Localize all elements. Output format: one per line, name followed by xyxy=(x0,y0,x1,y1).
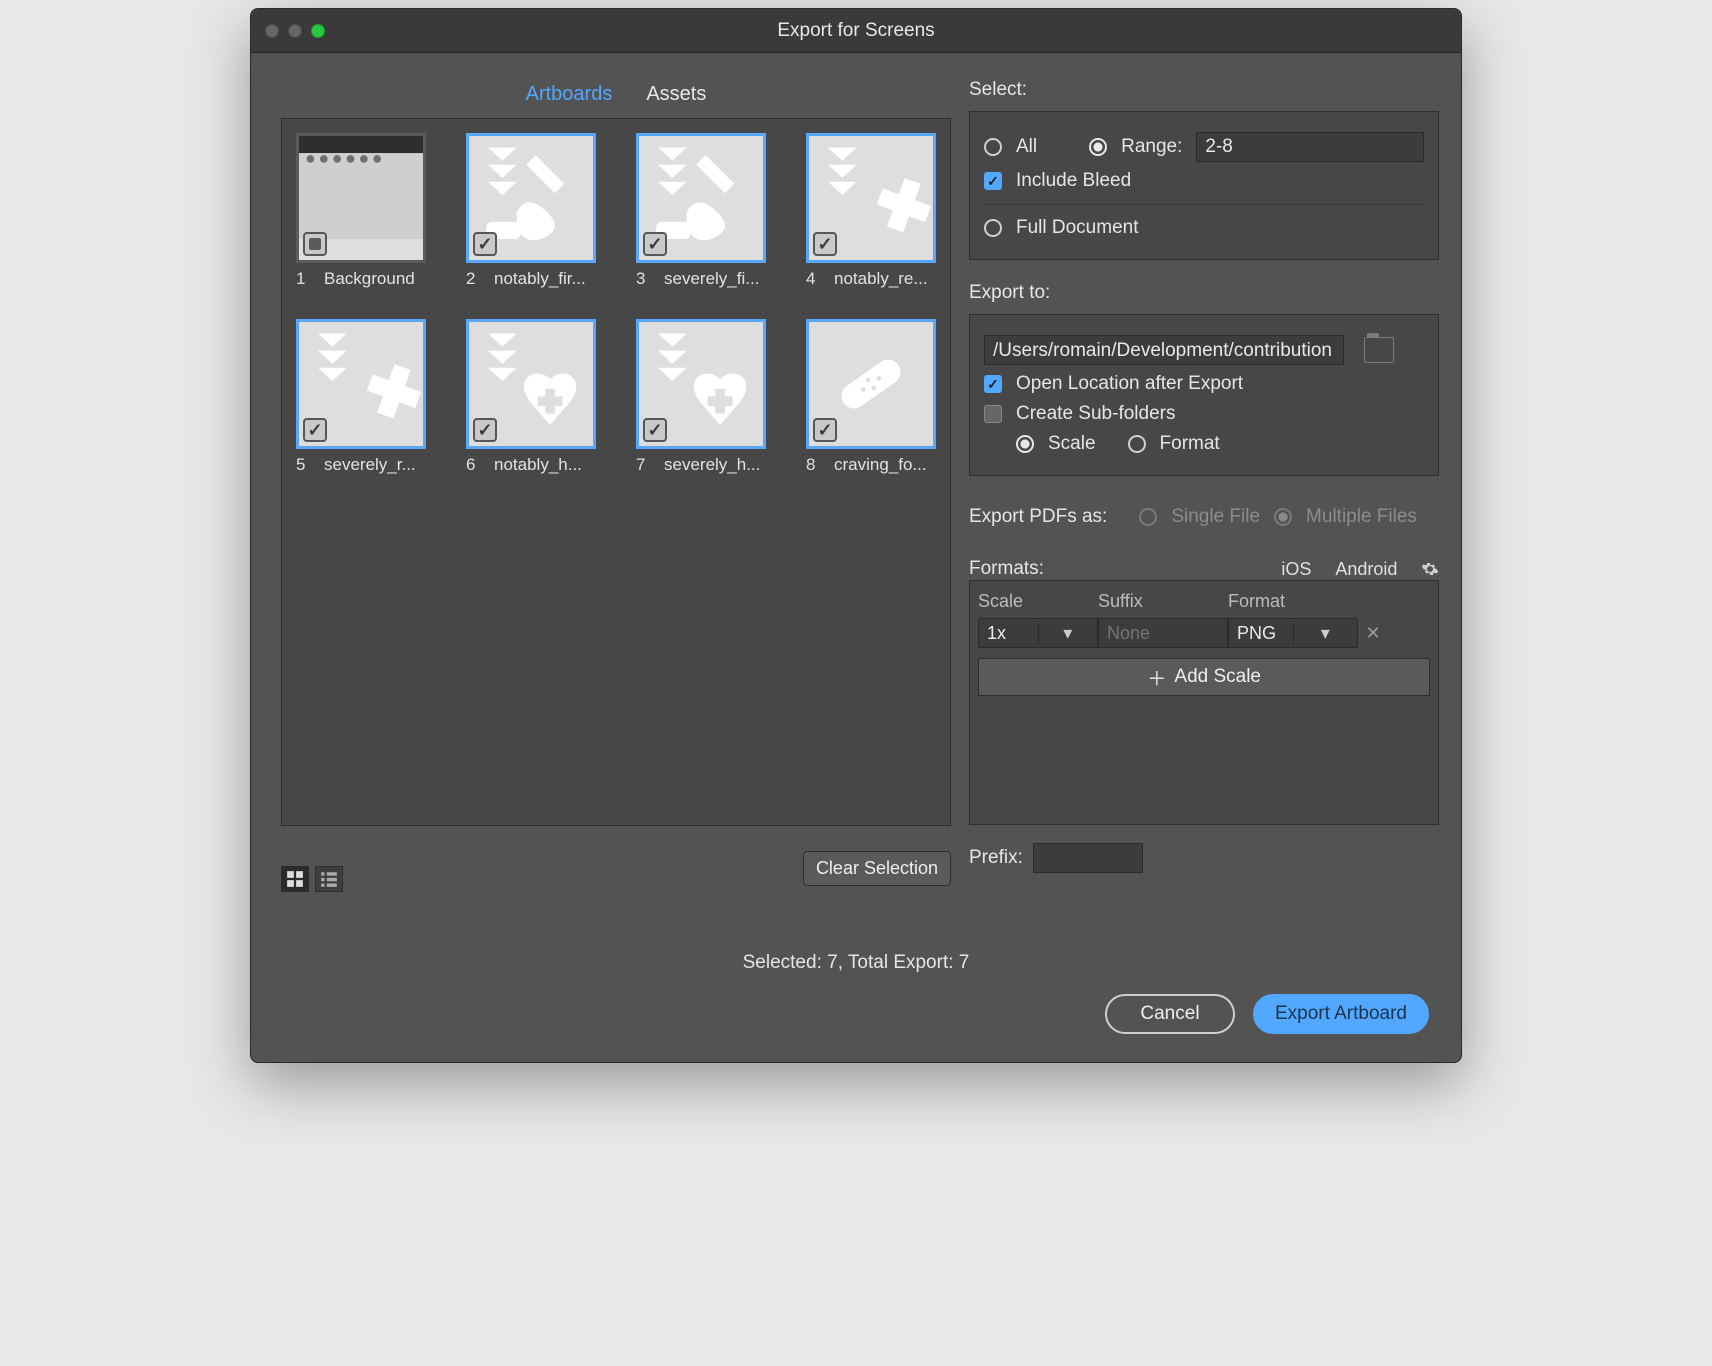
format-row: 1x▾ PNG▾ ✕ xyxy=(978,618,1430,648)
range-input[interactable] xyxy=(1196,132,1424,162)
col-format: Format xyxy=(1228,591,1358,612)
artboards-panel: 1Background 2notably_fir... 3severely_fi..… xyxy=(281,118,951,826)
grid-icon xyxy=(286,870,304,888)
artboard-label: 4notably_re... xyxy=(806,269,936,289)
include-bleed-checkbox[interactable] xyxy=(984,172,1002,190)
artboard-checkbox[interactable] xyxy=(473,418,497,442)
artboard-thumbnail[interactable] xyxy=(466,319,596,449)
window-title: Export for Screens xyxy=(251,20,1461,42)
artboard-thumbnail[interactable] xyxy=(806,319,936,449)
export-path-field[interactable]: /Users/romain/Development/contribution xyxy=(984,335,1344,365)
subfolder-scale-label: Scale xyxy=(1048,433,1096,455)
artboard-label: 8craving_fo... xyxy=(806,455,936,475)
artboard-item[interactable]: 6notably_h... xyxy=(466,319,596,475)
artboard-checkbox[interactable] xyxy=(473,232,497,256)
list-icon xyxy=(320,870,338,888)
include-bleed-label: Include Bleed xyxy=(1016,170,1131,192)
subfolder-format-label: Format xyxy=(1160,433,1220,455)
export-to-label: Export to: xyxy=(969,282,1439,304)
select-panel: All Range: Include Bleed Full Document xyxy=(969,111,1439,260)
formats-table: Scale Suffix Format 1x▾ PNG▾ ✕ ＋ xyxy=(969,580,1439,825)
radio-subfolder-scale[interactable] xyxy=(1016,435,1034,453)
prefix-label: Prefix: xyxy=(969,847,1023,869)
tabs: Artboards Assets xyxy=(281,79,951,112)
prefix-input[interactable] xyxy=(1033,843,1143,873)
col-scale: Scale xyxy=(978,591,1098,612)
artboard-thumbnail[interactable] xyxy=(636,133,766,263)
artboard-checkbox[interactable] xyxy=(643,418,667,442)
artboard-thumbnail[interactable] xyxy=(806,133,936,263)
artboard-label: 2notably_fir... xyxy=(466,269,596,289)
artboard-checkbox[interactable] xyxy=(303,232,327,256)
chevron-down-icon: ▾ xyxy=(1293,623,1358,644)
chevron-down-icon: ▾ xyxy=(1038,623,1098,644)
selection-status: Selected: 7, Total Export: 7 xyxy=(251,952,1461,974)
radio-subfolder-format[interactable] xyxy=(1128,435,1146,453)
suffix-input[interactable] xyxy=(1098,618,1228,648)
open-location-label: Open Location after Export xyxy=(1016,373,1243,395)
scale-dropdown[interactable]: 1x▾ xyxy=(978,618,1098,648)
plus-icon: ＋ xyxy=(1147,664,1166,691)
android-preset-link[interactable]: Android xyxy=(1335,559,1397,580)
export-for-screens-dialog: Export for Screens Artboards Assets 1Bac… xyxy=(250,8,1462,1063)
artboard-thumbnail[interactable] xyxy=(636,319,766,449)
export-to-panel: /Users/romain/Development/contribution O… xyxy=(969,314,1439,476)
titlebar: Export for Screens xyxy=(251,9,1461,53)
list-view-button[interactable] xyxy=(315,866,343,892)
create-subfolders-label: Create Sub-folders xyxy=(1016,403,1175,425)
view-mode-toggle xyxy=(281,866,343,892)
minimize-window-button[interactable] xyxy=(288,24,302,38)
radio-pdf-single xyxy=(1139,508,1157,526)
radio-all[interactable] xyxy=(984,138,1002,156)
artboard-label: 6notably_h... xyxy=(466,455,596,475)
artboard-thumbnail[interactable] xyxy=(296,319,426,449)
artboard-item[interactable]: 4notably_re... xyxy=(806,133,936,289)
ios-preset-link[interactable]: iOS xyxy=(1281,559,1311,580)
artboard-checkbox[interactable] xyxy=(643,232,667,256)
format-dropdown[interactable]: PNG▾ xyxy=(1228,618,1358,648)
gear-icon[interactable] xyxy=(1421,560,1439,578)
tab-assets[interactable]: Assets xyxy=(644,79,708,112)
pdf-multiple-label: Multiple Files xyxy=(1306,506,1417,528)
artboard-item[interactable]: 3severely_fi... xyxy=(636,133,766,289)
artboard-checkbox[interactable] xyxy=(813,232,837,256)
browse-folder-icon[interactable] xyxy=(1364,337,1394,363)
formats-label: Formats: xyxy=(969,558,1044,580)
artboard-checkbox[interactable] xyxy=(813,418,837,442)
close-window-button[interactable] xyxy=(265,24,279,38)
artboard-label: 1Background xyxy=(296,269,426,289)
artboard-label: 3severely_fi... xyxy=(636,269,766,289)
remove-row-icon[interactable]: ✕ xyxy=(1358,623,1388,644)
all-label: All xyxy=(1016,136,1037,158)
tab-artboards[interactable]: Artboards xyxy=(524,79,615,112)
zoom-window-button[interactable] xyxy=(311,24,325,38)
full-document-label: Full Document xyxy=(1016,217,1139,239)
artboard-thumbnail[interactable] xyxy=(296,133,426,263)
artboard-item[interactable]: 7severely_h... xyxy=(636,319,766,475)
radio-pdf-multiple xyxy=(1274,508,1292,526)
export-artboard-button[interactable]: Export Artboard xyxy=(1253,994,1429,1034)
artboard-item[interactable]: 8craving_fo... xyxy=(806,319,936,475)
col-suffix: Suffix xyxy=(1098,591,1228,612)
add-scale-button[interactable]: ＋ Add Scale xyxy=(978,658,1430,696)
artboard-item[interactable]: 2notably_fir... xyxy=(466,133,596,289)
artboard-checkbox[interactable] xyxy=(303,418,327,442)
clear-selection-button[interactable]: Clear Selection xyxy=(803,851,951,886)
select-label: Select: xyxy=(969,79,1439,101)
grid-view-button[interactable] xyxy=(281,866,309,892)
artboard-label: 7severely_h... xyxy=(636,455,766,475)
artboard-item[interactable]: 5severely_r... xyxy=(296,319,426,475)
export-pdfs-label: Export PDFs as: xyxy=(969,506,1107,528)
open-location-checkbox[interactable] xyxy=(984,375,1002,393)
range-label: Range: xyxy=(1121,136,1182,158)
window-controls xyxy=(265,24,325,38)
create-subfolders-checkbox[interactable] xyxy=(984,405,1002,423)
artboard-label: 5severely_r... xyxy=(296,455,426,475)
pdf-single-label: Single File xyxy=(1171,506,1260,528)
artboard-item[interactable]: 1Background xyxy=(296,133,426,289)
cancel-button[interactable]: Cancel xyxy=(1105,994,1235,1034)
radio-range[interactable] xyxy=(1089,138,1107,156)
artboard-thumbnail[interactable] xyxy=(466,133,596,263)
radio-full-document[interactable] xyxy=(984,219,1002,237)
